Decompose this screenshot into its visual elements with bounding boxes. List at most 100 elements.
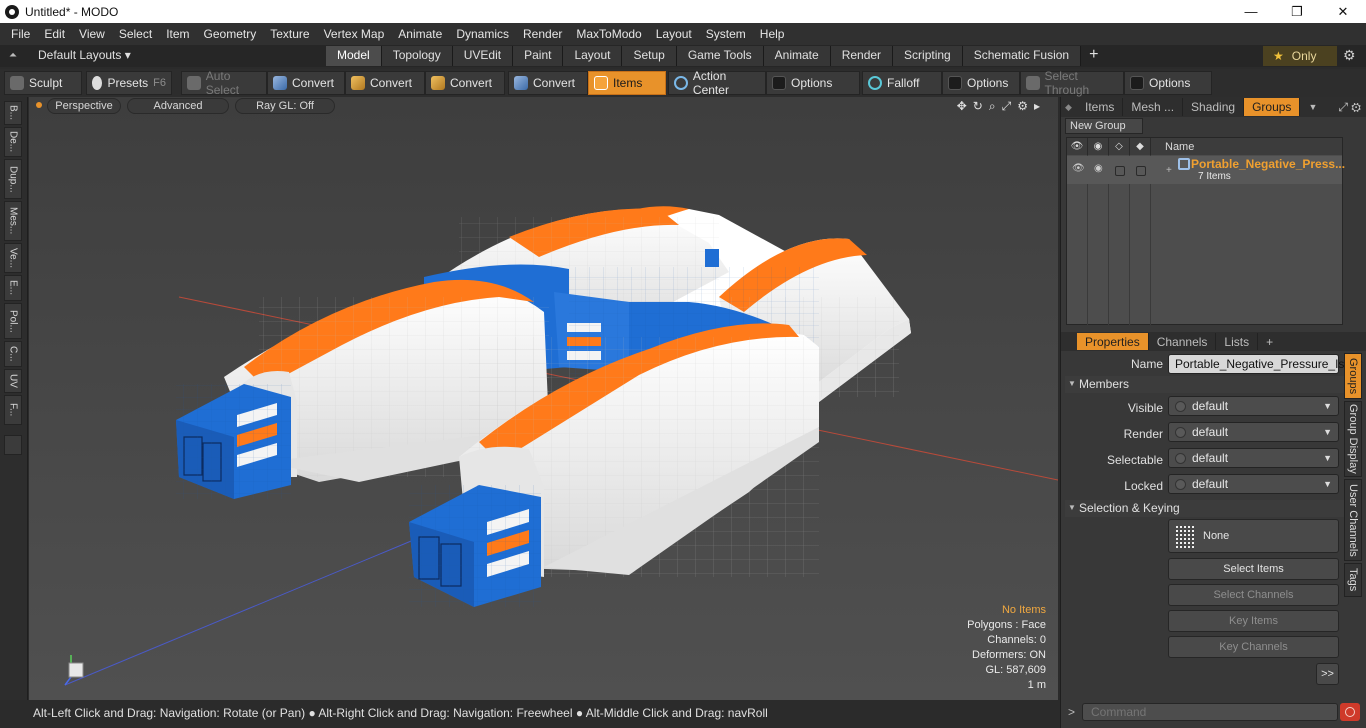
key-channels-button[interactable]: Key Channels bbox=[1168, 636, 1339, 658]
rotate-icon[interactable]: ↻ bbox=[973, 99, 983, 114]
left-tab-expand[interactable] bbox=[4, 435, 22, 455]
viewport-menu-icon[interactable] bbox=[36, 102, 42, 108]
tab-animate[interactable]: Animate bbox=[763, 46, 831, 66]
menu-file[interactable]: File bbox=[4, 27, 37, 41]
presets-button[interactable]: Presets F6 bbox=[86, 71, 172, 95]
menu-edit[interactable]: Edit bbox=[37, 27, 72, 41]
tab-lists[interactable]: Lists bbox=[1216, 333, 1259, 350]
lock-column-icon[interactable]: ◇ bbox=[1109, 138, 1130, 155]
group-row[interactable]: 👁 ◉ + Portable_Negative_Press... 7 Items bbox=[1067, 156, 1345, 184]
side-tab-user-channels[interactable]: User Channels bbox=[1344, 479, 1362, 561]
default-layouts-dropdown[interactable]: Default Layouts ▾ bbox=[38, 48, 131, 62]
key-items-button[interactable]: Key Items bbox=[1168, 610, 1339, 632]
convert-button-3[interactable]: Convert bbox=[425, 71, 505, 95]
action-center-button[interactable]: Action Center bbox=[668, 69, 766, 97]
layout-arrow-icon[interactable]: ⏶ bbox=[9, 50, 21, 62]
convert-button-4[interactable]: Convert bbox=[508, 71, 588, 95]
menu-layout[interactable]: Layout bbox=[649, 27, 699, 41]
side-tab-groups[interactable]: Groups bbox=[1344, 353, 1362, 399]
new-group-button[interactable]: New Group bbox=[1065, 118, 1143, 134]
selection-keying-section[interactable]: Selection & Keying bbox=[1065, 500, 1345, 517]
close-button[interactable]: ✕ bbox=[1320, 0, 1366, 23]
name-field[interactable]: Portable_Negative_Pressure_Iso bbox=[1168, 354, 1351, 374]
tab-shading[interactable]: Shading bbox=[1183, 98, 1245, 116]
add-panel-tab[interactable]: + bbox=[1258, 333, 1281, 350]
left-tab-fusion[interactable]: F... bbox=[4, 395, 22, 425]
options-button-3[interactable]: Options bbox=[1124, 71, 1212, 95]
panel-expand-icon[interactable]: ⤢ ⚙ bbox=[1338, 100, 1366, 115]
options-button-1[interactable]: Options bbox=[766, 71, 860, 95]
more-button[interactable]: >> bbox=[1316, 663, 1339, 685]
tab-groups[interactable]: Groups bbox=[1244, 98, 1301, 116]
lock-checkbox[interactable] bbox=[1115, 166, 1125, 176]
options-checkbox[interactable] bbox=[772, 76, 786, 90]
tab-items[interactable]: Items bbox=[1077, 98, 1124, 116]
visibility-column-icon[interactable]: 👁 bbox=[1067, 138, 1088, 155]
menu-help[interactable]: Help bbox=[753, 27, 792, 41]
fit-icon[interactable]: ⤢ bbox=[1002, 99, 1012, 114]
maximize-button[interactable]: ❐ bbox=[1274, 0, 1320, 23]
select-items-button[interactable]: Select Items bbox=[1168, 558, 1339, 580]
raygl-toggle[interactable]: Ray GL: Off bbox=[235, 98, 335, 114]
viewport-scene[interactable] bbox=[29, 97, 1058, 700]
menu-system[interactable]: System bbox=[699, 27, 753, 41]
options-checkbox[interactable] bbox=[948, 76, 962, 90]
pan-icon[interactable]: ✥ bbox=[957, 99, 967, 114]
record-macro-button[interactable] bbox=[1340, 703, 1360, 721]
shading-mode-dropdown[interactable]: Advanced bbox=[127, 98, 229, 114]
left-tab-basic[interactable]: B... bbox=[4, 101, 22, 125]
tab-scripting[interactable]: Scripting bbox=[893, 46, 963, 66]
none-button[interactable]: None bbox=[1168, 519, 1339, 553]
render-icon[interactable]: ◉ bbox=[1094, 163, 1103, 174]
menu-select[interactable]: Select bbox=[112, 27, 159, 41]
tab-mesh[interactable]: Mesh ... bbox=[1123, 98, 1184, 116]
menu-dynamics[interactable]: Dynamics bbox=[449, 27, 516, 41]
menu-animate[interactable]: Animate bbox=[391, 27, 449, 41]
left-tab-curve[interactable]: C... bbox=[4, 341, 22, 367]
tab-overflow-icon[interactable]: ▼ bbox=[1300, 102, 1317, 112]
items-mode-button[interactable]: Items bbox=[588, 71, 666, 95]
locked-dropdown[interactable]: default ▼ bbox=[1168, 474, 1339, 494]
zoom-icon[interactable]: ⌕ bbox=[989, 99, 996, 114]
tab-game-tools[interactable]: Game Tools bbox=[676, 46, 764, 66]
options-checkbox[interactable] bbox=[1130, 76, 1144, 90]
tab-channels[interactable]: Channels bbox=[1149, 333, 1217, 350]
selectable-radio[interactable] bbox=[1175, 452, 1186, 464]
3d-viewport[interactable]: Perspective Advanced Ray GL: Off ✥ ↻ ⌕ ⤢… bbox=[29, 97, 1058, 700]
viewport-expand-icon[interactable]: ▸ bbox=[1034, 99, 1040, 114]
menu-maxtomodo[interactable]: MaxToModo bbox=[569, 27, 648, 41]
render-radio[interactable] bbox=[1175, 426, 1186, 438]
tab-render[interactable]: Render bbox=[830, 46, 894, 66]
menu-item[interactable]: Item bbox=[159, 27, 196, 41]
menu-view[interactable]: View bbox=[72, 27, 112, 41]
perspective-dropdown[interactable]: Perspective bbox=[47, 98, 121, 114]
select-channels-button[interactable]: Select Channels bbox=[1168, 584, 1339, 606]
left-tab-vertex[interactable]: Ve... bbox=[4, 243, 22, 273]
render-dropdown[interactable]: default ▼ bbox=[1168, 422, 1339, 442]
convert-button-2[interactable]: Convert bbox=[345, 71, 425, 95]
auto-select-button[interactable]: Auto Select bbox=[181, 69, 267, 97]
eye-icon[interactable]: 👁 bbox=[1072, 163, 1085, 174]
tab-model[interactable]: Model bbox=[326, 46, 382, 66]
locked-radio[interactable] bbox=[1175, 478, 1186, 490]
selectable-dropdown[interactable]: default ▼ bbox=[1168, 448, 1339, 468]
tab-setup[interactable]: Setup bbox=[622, 46, 677, 66]
left-tab-duplicate[interactable]: Dup... bbox=[4, 159, 22, 199]
left-tab-deform[interactable]: De... bbox=[4, 127, 22, 157]
tab-paint[interactable]: Paint bbox=[513, 46, 564, 66]
side-tab-group-display[interactable]: Group Display bbox=[1344, 401, 1362, 477]
render-column-icon[interactable]: ◉ bbox=[1088, 138, 1109, 155]
panel-menu-icon[interactable]: ◆ bbox=[1061, 102, 1077, 113]
menu-vertex-map[interactable]: Vertex Map bbox=[317, 27, 392, 41]
menu-texture[interactable]: Texture bbox=[263, 27, 316, 41]
convert-button-1[interactable]: Convert bbox=[267, 71, 345, 95]
members-section[interactable]: Members bbox=[1065, 376, 1345, 393]
tab-schematic-fusion[interactable]: Schematic Fusion bbox=[962, 46, 1082, 66]
left-tab-uv[interactable]: UV bbox=[4, 369, 22, 393]
visible-radio[interactable] bbox=[1175, 400, 1186, 412]
tab-uvedit[interactable]: UVEdit bbox=[452, 46, 514, 66]
left-tab-edge[interactable]: E... bbox=[4, 275, 22, 301]
tab-properties[interactable]: Properties bbox=[1077, 333, 1149, 350]
only-toggle[interactable]: ★ Only bbox=[1263, 46, 1337, 66]
tab-topology[interactable]: Topology bbox=[381, 46, 453, 66]
